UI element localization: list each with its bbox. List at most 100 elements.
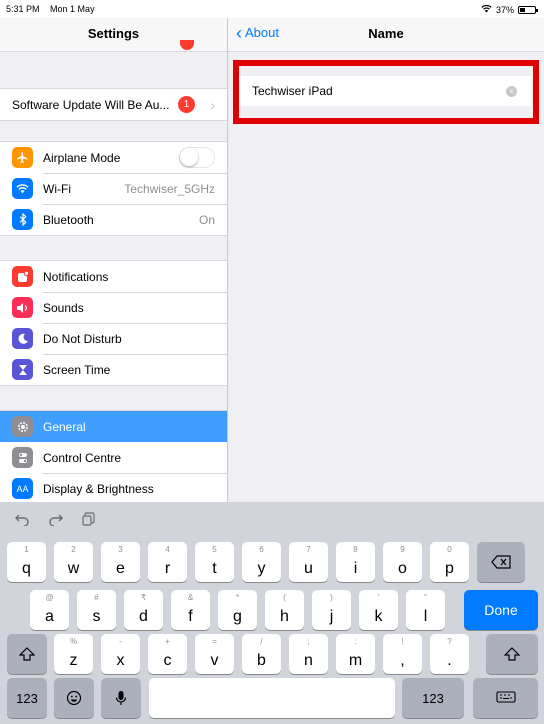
key-x[interactable]: -x (101, 634, 140, 674)
key-label: i (353, 560, 358, 577)
key-hint: / (260, 637, 263, 646)
battery-percent: 37% (495, 4, 514, 15)
delete-key[interactable] (477, 542, 525, 582)
gear-icon (12, 416, 33, 437)
sidebar-item-label: Notifications (43, 269, 109, 284)
key-label: l (423, 608, 428, 625)
key-k[interactable]: ' k (359, 590, 398, 630)
shift-icon (19, 647, 35, 661)
clear-text-icon[interactable]: × (506, 86, 517, 97)
sidebar-item-general[interactable]: General (0, 411, 227, 442)
sidebar-item-label: Control Centre (43, 450, 122, 465)
done-button[interactable]: Done (464, 590, 538, 630)
notifications-group: Notifications Sounds Do Not Disturb Scre… (0, 260, 227, 386)
key-label: g (233, 608, 242, 625)
device-name-field[interactable]: × (239, 76, 531, 106)
emoji-icon (66, 690, 82, 706)
sidebar-item-bluetooth[interactable]: Bluetooth On (0, 204, 227, 235)
sidebar-item-label: Airplane Mode (43, 150, 121, 165)
redo-icon[interactable] (48, 512, 64, 530)
key-f[interactable]: & f (171, 590, 210, 630)
key-g[interactable]: * g (218, 590, 257, 630)
space-bar[interactable] (149, 678, 395, 718)
dictation-key[interactable] (101, 678, 141, 718)
text-size-icon: AA (12, 478, 33, 499)
key-comma[interactable]: !, (383, 634, 422, 674)
key-label: n (304, 652, 313, 669)
sidebar-item-wifi[interactable]: Wi-Fi Techwiser_5GHz (0, 173, 227, 204)
key-i[interactable]: 8i (336, 542, 375, 582)
key-o[interactable]: 9o (383, 542, 422, 582)
emoji-key[interactable] (54, 678, 94, 718)
key-c[interactable]: + c (148, 634, 187, 674)
battery-icon (518, 5, 538, 14)
key-label: t (212, 560, 217, 577)
key-u[interactable]: 7u (289, 542, 328, 582)
shift-key-left[interactable] (7, 634, 47, 674)
key-t[interactable]: 5t (195, 542, 234, 582)
key-z[interactable]: % z (54, 634, 93, 674)
key-label: Done (484, 602, 518, 618)
scrolled-badge-fragment (180, 40, 194, 50)
general-group: General Control Centre AA Display & Brig… (0, 410, 227, 502)
page-title: Name (368, 26, 404, 41)
wifi-status-icon (481, 4, 492, 15)
key-label: 123 (16, 690, 38, 706)
paste-icon[interactable] (82, 512, 96, 530)
sidebar-item-control-centre[interactable]: Control Centre (0, 442, 227, 473)
sidebar-item-notifications[interactable]: Notifications (0, 261, 227, 292)
wifi-icon (12, 178, 33, 199)
sidebar-item-do-not-disturb[interactable]: Do Not Disturb (0, 323, 227, 354)
key-period[interactable]: ?. (430, 634, 469, 674)
key-label: s (92, 608, 101, 625)
key-j[interactable]: ) j (312, 590, 351, 630)
undo-icon[interactable] (14, 512, 30, 530)
key-h[interactable]: (h (265, 590, 304, 630)
key-hint: 1 (24, 545, 29, 554)
key-n[interactable]: ; n (289, 634, 328, 674)
status-bar: 5:31 PM Mon 1 May 37% (0, 0, 544, 18)
key-r[interactable]: 4r (148, 542, 187, 582)
key-e[interactable]: 3e (101, 542, 140, 582)
divider (43, 204, 227, 205)
key-q[interactable]: 1q (7, 542, 46, 582)
key-label: , (400, 652, 405, 669)
key-d[interactable]: ₹ d (124, 590, 163, 630)
key-label: x (116, 652, 125, 669)
bluetooth-value: On (198, 212, 215, 227)
sidebar-item-display-brightness[interactable]: AA Display & Brightness (0, 473, 227, 502)
update-badge: 1 (178, 96, 195, 113)
sidebar-item-label: Bluetooth (43, 212, 94, 227)
key-v[interactable]: = v (195, 634, 234, 674)
key-label: k (374, 608, 383, 625)
numbers-key-left[interactable]: 123 (7, 678, 47, 718)
key-m[interactable]: :m (336, 634, 375, 674)
key-hint: 9 (400, 545, 405, 554)
key-a[interactable]: @ a (30, 590, 69, 630)
divider (43, 323, 227, 324)
shift-key-right[interactable] (486, 634, 538, 674)
sidebar-item-screen-time[interactable]: Screen Time (0, 354, 227, 385)
key-hint: ₹ (140, 593, 147, 602)
key-label: e (116, 560, 125, 577)
key-hint: 3 (118, 545, 123, 554)
sidebar-item-airplane-mode[interactable]: Airplane Mode (0, 142, 227, 173)
key-s[interactable]: # s (77, 590, 116, 630)
key-hint: ' (377, 593, 380, 602)
key-hint: 7 (306, 545, 311, 554)
sidebar-item-label: General (43, 419, 86, 434)
key-b[interactable]: / b (242, 634, 281, 674)
key-p[interactable]: 0p (430, 542, 469, 582)
key-hint: 4 (165, 545, 170, 554)
key-y[interactable]: 6y (242, 542, 281, 582)
sidebar-item-software-update[interactable]: Software Update Will Be Au... 1 › (0, 89, 227, 120)
key-l[interactable]: " l (406, 590, 445, 630)
airplane-mode-toggle[interactable] (179, 147, 215, 168)
sidebar-item-sounds[interactable]: Sounds (0, 292, 227, 323)
bluetooth-icon (12, 209, 33, 230)
divider (43, 473, 227, 474)
key-w[interactable]: 2w (54, 542, 93, 582)
numbers-key-right[interactable]: 123 (402, 678, 464, 718)
device-name-input[interactable] (252, 84, 492, 98)
hide-keyboard-key[interactable] (473, 678, 538, 718)
